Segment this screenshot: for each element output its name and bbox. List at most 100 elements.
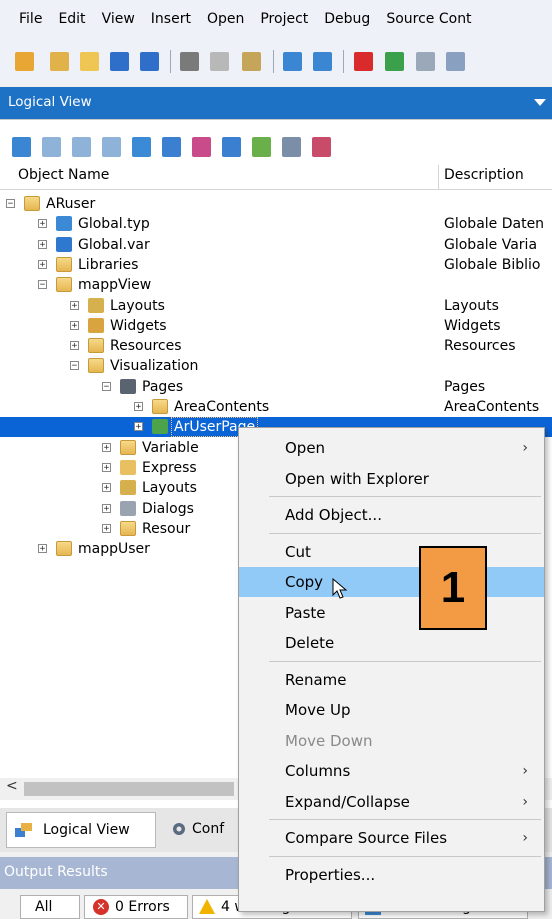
expand-toggle-icon[interactable]: + — [38, 219, 47, 229]
menu-file[interactable]: File — [0, 0, 50, 38]
expand-toggle-icon[interactable]: + — [134, 402, 143, 412]
open-folder-icon[interactable] — [80, 52, 99, 71]
column-description[interactable]: Description — [444, 167, 524, 183]
column-divider[interactable] — [438, 165, 439, 189]
delete-icon[interactable] — [354, 52, 373, 71]
paste-icon[interactable] — [242, 52, 261, 71]
expand-toggle-icon[interactable]: − — [6, 199, 15, 209]
menu-edit[interactable]: Edit — [50, 0, 93, 38]
expand-toggle-icon[interactable]: − — [70, 361, 79, 371]
tree-row[interactable]: + Layouts Layouts — [0, 296, 552, 316]
menu-item-label: Cut — [285, 542, 311, 561]
folder-icon — [56, 541, 72, 556]
column-object-name[interactable]: Object Name — [18, 167, 109, 183]
errors-label: 0 Errors — [115, 899, 170, 915]
menu-debug[interactable]: Debug — [316, 0, 378, 38]
context-menu-open-with-explorer[interactable]: Open with Explorer — [239, 464, 544, 494]
tree-row[interactable]: + Global.var Globale Varia — [0, 235, 552, 255]
expand-toggle-icon[interactable]: + — [38, 260, 47, 270]
table-icon[interactable] — [42, 137, 61, 157]
expand-toggle-icon[interactable]: + — [70, 301, 79, 311]
project-folder-icon — [24, 196, 40, 211]
tree-row[interactable]: + Resources Resources — [0, 336, 552, 356]
expand-toggle-icon[interactable]: − — [102, 382, 111, 392]
tree-item-description: Resources — [444, 338, 516, 354]
compare-icon[interactable] — [446, 52, 465, 71]
context-menu-open[interactable]: Open › — [239, 433, 544, 463]
expand-toggle-icon[interactable]: + — [70, 321, 79, 331]
filter-all-button[interactable]: All — [20, 895, 80, 919]
context-menu-add-object[interactable]: Add Object... — [239, 500, 544, 530]
save-icon[interactable] — [110, 52, 129, 71]
menu-open[interactable]: Open — [199, 0, 252, 38]
tree-item-label: mappView — [78, 277, 152, 293]
properties-icon[interactable] — [416, 52, 435, 71]
expand-toggle-icon[interactable]: + — [70, 341, 79, 351]
context-menu-delete[interactable]: Delete — [239, 628, 544, 658]
redo-icon[interactable] — [313, 52, 332, 71]
list-icon[interactable] — [72, 137, 91, 157]
menu-item-label: Paste — [285, 603, 326, 622]
data-type-icon[interactable] — [132, 137, 151, 157]
tree-row[interactable]: − Pages Pages — [0, 377, 552, 397]
save-all-icon[interactable] — [140, 52, 159, 71]
new-project-icon[interactable] — [15, 52, 34, 71]
open-project-icon[interactable] — [50, 52, 69, 71]
expand-toggle-icon[interactable]: + — [102, 524, 111, 534]
page-icon — [152, 419, 168, 434]
program-icon[interactable] — [222, 137, 241, 157]
context-menu-copy[interactable]: Copy — [239, 567, 544, 597]
dropdown-arrow-icon[interactable] — [534, 99, 546, 106]
context-menu: Open › Open with Explorer Add Object... Cut C… — [238, 427, 545, 912]
expand-toggle-icon[interactable]: − — [38, 280, 47, 290]
scrollbar-thumb[interactable] — [24, 782, 234, 796]
tree-row[interactable]: + Libraries Globale Biblio — [0, 255, 552, 275]
variable-icon[interactable] — [162, 137, 181, 157]
tree-row[interactable]: + Widgets Widgets — [0, 316, 552, 336]
context-menu-compare-source-files[interactable]: Compare Source Files › — [239, 823, 544, 853]
scroll-left-icon[interactable]: < — [6, 778, 18, 794]
menu-source-cont[interactable]: Source Cont — [378, 0, 479, 38]
expand-toggle-icon[interactable]: + — [102, 463, 111, 473]
tree-item-label: Layouts — [110, 298, 165, 314]
tree-row[interactable]: + AreaContents AreaContents — [0, 397, 552, 417]
context-menu-properties[interactable]: Properties... — [239, 860, 544, 890]
tab-logical-view[interactable]: Logical View — [6, 812, 156, 848]
cut-icon[interactable] — [180, 52, 199, 71]
context-menu-move-down: Move Down — [239, 726, 544, 756]
remove-icon[interactable] — [312, 137, 331, 157]
menu-insert[interactable]: Insert — [143, 0, 199, 38]
context-menu-rename[interactable]: Rename — [239, 665, 544, 695]
context-menu-cut[interactable]: Cut — [239, 537, 544, 567]
context-menu-paste[interactable]: Paste — [239, 598, 544, 628]
expand-toggle-icon[interactable]: + — [102, 504, 111, 514]
add-object-icon[interactable] — [12, 137, 31, 157]
expand-toggle-icon[interactable]: + — [102, 483, 111, 493]
expand-toggle-icon[interactable]: + — [38, 240, 47, 250]
toolbar — [0, 38, 552, 84]
tree-row[interactable]: − ARuser — [0, 194, 552, 214]
expand-toggle-icon[interactable]: + — [38, 544, 47, 554]
filter-errors-button[interactable]: ✕ 0 Errors — [84, 895, 188, 919]
chart-icon[interactable] — [102, 137, 121, 157]
menu-separator — [269, 496, 541, 497]
submenu-arrow-icon: › — [522, 763, 528, 779]
context-menu-columns[interactable]: Columns › — [239, 756, 544, 786]
copy-icon[interactable] — [210, 52, 229, 71]
context-menu-move-up[interactable]: Move Up — [239, 695, 544, 725]
refresh-icon[interactable] — [385, 52, 404, 71]
expand-toggle-icon[interactable]: + — [102, 443, 111, 453]
tree-row[interactable]: − mappView — [0, 275, 552, 295]
menu-view[interactable]: View — [94, 0, 143, 38]
context-menu-expand-collapse[interactable]: Expand/Collapse › — [239, 787, 544, 817]
undo-icon[interactable] — [283, 52, 302, 71]
menu-project[interactable]: Project — [252, 0, 316, 38]
package-icon[interactable] — [192, 137, 211, 157]
submenu-arrow-icon: › — [522, 440, 528, 456]
expand-toggle-icon[interactable]: + — [134, 422, 143, 432]
tree-row[interactable]: − Visualization — [0, 356, 552, 376]
menu-item-label: Expand/Collapse — [285, 792, 410, 811]
library-icon[interactable] — [252, 137, 271, 157]
tree-row[interactable]: + Global.typ Globale Daten — [0, 214, 552, 234]
network-icon[interactable] — [282, 137, 301, 157]
